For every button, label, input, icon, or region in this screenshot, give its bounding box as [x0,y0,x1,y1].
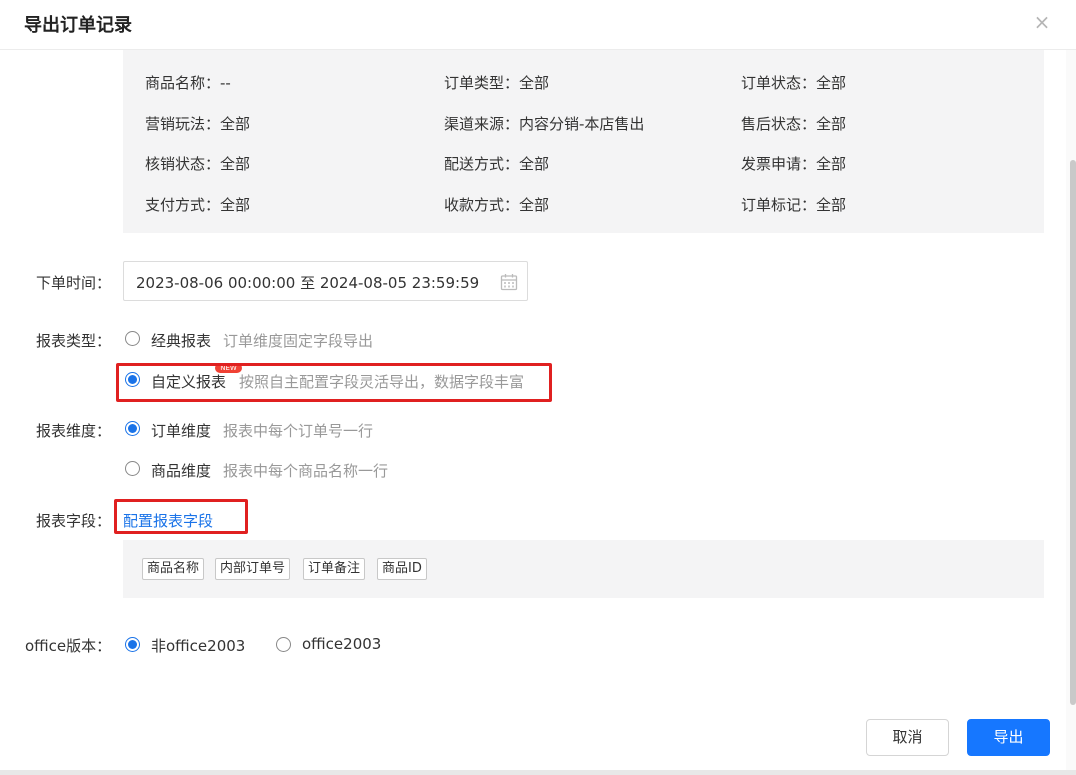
background-page-edge [0,770,1076,775]
filter-verification-status: 核销状态：全部 [145,155,251,173]
selected-fields-panel: 商品名称 内部订单号 订单备注 商品ID [123,540,1044,598]
report-fields-label: 报表字段： [36,512,112,530]
filter-delivery-method: 配送方式：全部 [444,155,550,173]
filter-marketing: 营销玩法：全部 [145,115,251,133]
scrollbar-thumb[interactable] [1070,160,1076,705]
order-dimension-hint: 报表中每个订单号一行 [223,422,374,440]
field-tag-order-remark: 订单备注 [303,558,366,580]
dialog-header: 导出订单记录 × [0,0,1076,50]
classic-report-hint: 订单维度固定字段导出 [223,332,374,350]
radio-classic-report[interactable] [125,331,140,346]
filter-order-type: 订单类型：全部 [444,74,550,92]
field-tag-internal-order-no: 内部订单号 [215,558,291,580]
non-office2003-label[interactable]: 非office2003 [151,635,245,656]
cancel-button[interactable]: 取消 [866,719,949,756]
filter-aftersale-status: 售后状态：全部 [741,115,847,133]
report-type-label: 报表类型： [36,332,112,350]
radio-order-dimension[interactable] [125,421,140,436]
close-icon[interactable]: × [1030,10,1054,34]
filter-summary-panel: 商品名称：-- 订单类型：全部 订单状态：全部 营销玩法：全部 渠道来源：内容分… [123,50,1044,233]
classic-report-label[interactable]: 经典报表 [151,330,211,351]
order-time-value: 2023-08-06 00:00:00 至 2024-08-05 23:59:5… [136,274,480,292]
office2003-label[interactable]: office2003 [302,635,381,653]
field-tag-product-id: 商品ID [377,558,427,580]
report-dimension-label: 报表维度： [36,422,112,440]
order-time-label: 下单时间： [36,274,112,292]
dialog-title: 导出订单记录 [24,15,132,36]
radio-non-office2003[interactable] [125,637,140,652]
product-dimension-hint: 报表中每个商品名称一行 [223,462,389,480]
radio-product-dimension[interactable] [125,461,140,476]
filter-collection-method: 收款方式：全部 [444,196,550,214]
order-time-range-picker[interactable]: 2023-08-06 00:00:00 至 2024-08-05 23:59:5… [123,261,528,301]
filter-channel-source: 渠道来源：内容分销-本店售出 [444,115,645,133]
filter-payment-method: 支付方式：全部 [145,196,251,214]
filter-product-name: 商品名称：-- [145,74,231,92]
office-version-label: office版本： [25,637,112,655]
highlight-box-custom-report [116,363,552,402]
filter-invoice-request: 发票申请：全部 [741,155,847,173]
filter-order-mark: 订单标记：全部 [741,196,847,214]
order-dimension-label[interactable]: 订单维度 [151,420,211,441]
product-dimension-label[interactable]: 商品维度 [151,460,211,481]
export-button[interactable]: 导出 [967,719,1050,756]
field-tag-product-name: 商品名称 [142,558,205,580]
radio-office2003[interactable] [276,637,291,652]
highlight-box-configure-fields [114,499,248,534]
calendar-icon[interactable] [500,273,518,291]
filter-order-status: 订单状态：全部 [741,74,847,92]
